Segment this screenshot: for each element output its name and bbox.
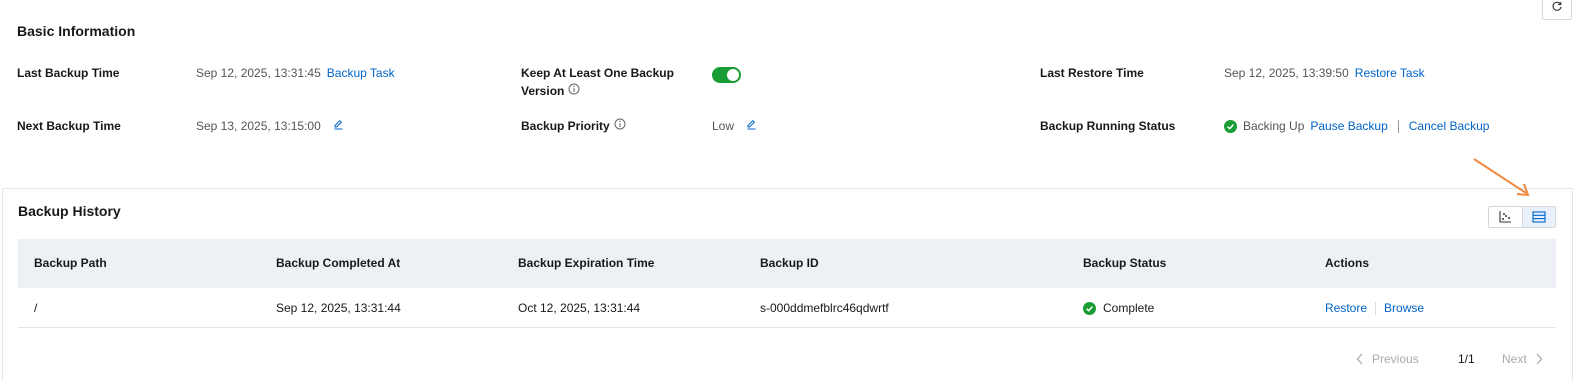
keep-one-version-label-line2: Version [521,84,565,98]
last-backup-time-text: Sep 12, 2025, 13:31:45 [196,66,321,80]
last-restore-time-text: Sep 12, 2025, 13:39:50 [1224,66,1349,80]
cancel-backup-link[interactable]: Cancel Backup [1409,117,1490,135]
info-icon[interactable] [568,82,580,100]
running-status-label: Backup Running Status [1040,119,1176,133]
divider [1375,301,1377,315]
page-indicator: 1/1 [1458,352,1475,366]
keep-one-version-toggle[interactable] [712,67,741,83]
cell-backup-path: / [34,301,38,315]
backup-priority-label: Backup Priority [521,119,610,133]
column-header-backup-status: Backup Status [1083,256,1167,270]
running-status-text: Backing Up [1243,119,1305,133]
basic-info-title: Basic Information [17,23,136,39]
keep-one-version-label-line2-row: Version [521,82,674,100]
pause-backup-link[interactable]: Pause Backup [1310,117,1387,135]
column-header-backup-id: Backup ID [760,256,819,270]
table-row: / Sep 12, 2025, 13:31:44 Oct 12, 2025, 1… [18,288,1556,328]
refresh-icon [1552,1,1562,11]
backup-history-table: Backup Path Backup Completed At Backup E… [18,239,1556,328]
page-number: 1/1 [1458,352,1475,366]
last-backup-time-value: Sep 12, 2025, 13:31:45 Backup Task [196,64,395,82]
backup-history-title: Backup History [18,203,121,219]
column-header-actions: Actions [1325,256,1370,270]
last-restore-time-label: Last Restore Time [1040,66,1144,80]
chevron-right-icon [1536,353,1543,365]
keep-one-version-label-line1: Keep At Least One Backup [521,66,674,80]
column-header-completed-at: Backup Completed At [276,256,401,270]
edit-next-backup-icon[interactable] [333,117,344,135]
next-page-label: Next [1502,352,1527,366]
chevron-left-icon [1356,353,1363,365]
last-restore-time-value: Sep 12, 2025, 13:39:50 Restore Task [1224,64,1425,82]
backup-priority-value: Low [712,117,757,135]
column-header-expiration: Backup Expiration Time [518,256,655,270]
restore-link[interactable]: Restore [1325,288,1367,328]
cell-backup-status: Complete [1083,288,1154,328]
annotation-arrow-icon [1473,158,1530,197]
table-header: Backup Path Backup Completed At Backup E… [18,239,1556,288]
list-view-icon [1532,211,1546,223]
view-toggle [1488,206,1556,228]
backup-task-link[interactable]: Backup Task [327,64,395,82]
cell-backup-id: s-000ddmefblrc46qdwrtf [760,301,889,315]
last-backup-time-label: Last Backup Time [17,66,120,80]
success-icon [1224,119,1237,133]
restore-task-link[interactable]: Restore Task [1355,64,1425,82]
backup-priority-label-row: Backup Priority [521,117,626,135]
browse-link[interactable]: Browse [1384,288,1424,328]
chart-view-button[interactable] [1489,207,1522,227]
next-backup-time-text: Sep 13, 2025, 13:15:00 [196,119,321,133]
backup-status-text: Complete [1103,301,1155,315]
success-icon [1083,301,1096,315]
divider [1397,119,1399,133]
chart-view-icon [1499,211,1512,223]
previous-page-button[interactable]: Previous [1356,352,1419,366]
backup-priority-text: Low [712,119,735,133]
column-header-backup-path: Backup Path [34,256,107,270]
cell-expiration: Oct 12, 2025, 13:31:44 [518,301,641,315]
list-view-button[interactable] [1521,207,1555,227]
refresh-button[interactable] [1542,0,1572,20]
info-icon[interactable] [614,117,626,135]
running-status-value: Backing Up Pause Backup Cancel Backup [1224,117,1489,135]
edit-priority-icon[interactable] [746,117,757,135]
previous-page-label: Previous [1372,352,1419,366]
keep-one-version-label: Keep At Least One Backup Version [521,64,674,100]
next-backup-time-value: Sep 13, 2025, 13:15:00 [196,117,344,135]
cell-completed-at: Sep 12, 2025, 13:31:44 [276,301,401,315]
next-backup-time-label: Next Backup Time [17,119,121,133]
toggle-knob [727,69,739,81]
next-page-button[interactable]: Next [1502,352,1543,366]
cell-actions: Restore Browse [1325,288,1424,328]
